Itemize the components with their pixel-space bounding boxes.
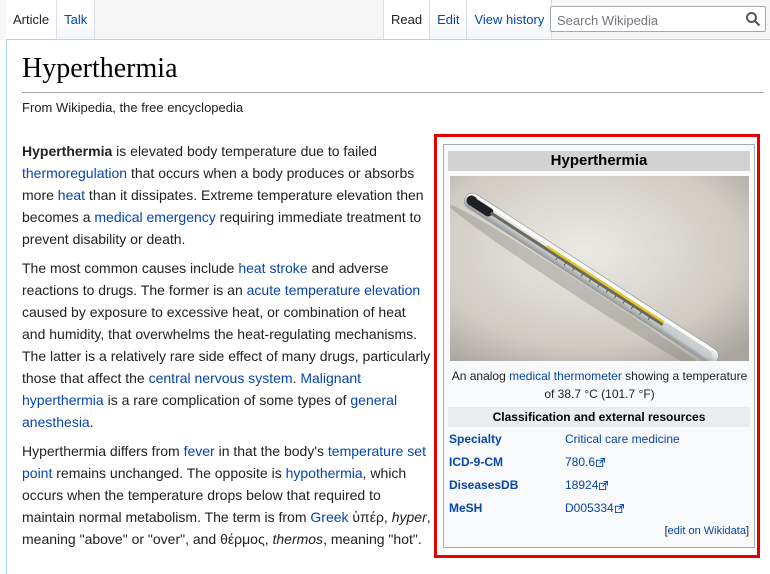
tab-edit-label: Edit xyxy=(437,12,460,27)
external-link-icon xyxy=(596,458,606,467)
image-caption: An analog medical thermometer showing a … xyxy=(450,367,749,403)
link-thermoregulation[interactable]: thermoregulation xyxy=(22,165,127,181)
text: . xyxy=(89,414,94,430)
infobox-row-icd9: ICD-9-CM 780.6 xyxy=(449,452,749,472)
tab-talk-label: Talk xyxy=(64,12,88,27)
label-icd9[interactable]: ICD-9-CM xyxy=(449,452,503,472)
italic-term: thermos xyxy=(272,531,324,547)
text: ] xyxy=(745,525,749,537)
link-medical-emergency[interactable]: medical emergency xyxy=(94,209,215,225)
search-box xyxy=(550,6,766,32)
site-tagline: From Wikipedia, the free encyclopedia xyxy=(22,100,244,115)
link-mesh-code[interactable]: D005334 xyxy=(565,501,614,515)
link-hypothermia[interactable]: hypothermia xyxy=(286,465,363,481)
infobox-row-diseasesdb: DiseasesDB 18924 xyxy=(449,475,749,495)
value-icd9: 780.6 xyxy=(565,452,606,472)
text: , meaning "hot". xyxy=(323,531,422,547)
thermometer-image[interactable] xyxy=(448,176,749,380)
link-heat-stroke[interactable]: heat stroke xyxy=(238,260,307,276)
text: remains unchanged. The opposite is xyxy=(52,465,286,481)
infobox-title: Hyperthermia xyxy=(448,151,750,171)
tab-read[interactable]: Read xyxy=(383,0,431,40)
infobox-row-mesh: MeSH D005334 xyxy=(449,498,749,518)
tab-edit[interactable]: Edit xyxy=(430,0,468,39)
top-navigation: Article Talk Read Edit View history xyxy=(0,0,770,40)
paragraph-fever: Hyperthermia differs from fever in that … xyxy=(22,440,432,550)
link-medical-thermometer[interactable]: medical thermometer xyxy=(509,369,622,383)
text: An analog xyxy=(451,369,510,383)
link-greek[interactable]: Greek xyxy=(310,509,348,525)
paragraph-causes: The most common causes include heat stro… xyxy=(22,257,432,433)
value-mesh: D005334 xyxy=(565,498,624,518)
label-mesh[interactable]: MeSH xyxy=(449,498,482,518)
link-critical-care-medicine[interactable]: Critical care medicine xyxy=(565,432,680,446)
value-specialty: Critical care medicine xyxy=(565,429,680,449)
text: The most common causes include xyxy=(22,260,239,276)
tab-view-history-label: View history xyxy=(474,12,545,27)
text: in that the body's xyxy=(214,443,328,459)
tab-talk[interactable]: Talk xyxy=(57,0,96,39)
title-divider xyxy=(22,92,764,93)
infobox: Hyperthermia An analog medical thermomet… xyxy=(443,144,755,548)
search-icon[interactable] xyxy=(745,11,761,27)
text: ὑπέρ, xyxy=(348,509,392,525)
link-icd9-code[interactable]: 780.6 xyxy=(565,455,595,469)
page-title: Hyperthermia xyxy=(22,53,178,84)
link-heat[interactable]: heat xyxy=(58,187,85,203)
view-tabs: Read Edit View history xyxy=(383,0,553,40)
search-input[interactable] xyxy=(555,8,739,32)
label-specialty[interactable]: Specialty xyxy=(449,429,502,449)
tab-article-label: Article xyxy=(13,12,50,27)
link-central-nervous-system[interactable]: central nervous system xyxy=(149,370,293,386)
bold-term: Hyperthermia xyxy=(22,143,113,159)
edit-on-wikidata: [edit on Wikidata] xyxy=(665,525,749,537)
infobox-row-specialty: Specialty Critical care medicine xyxy=(449,429,749,449)
italic-term: hyper xyxy=(391,509,427,525)
article-body: Hyperthermia is elevated body temperatur… xyxy=(22,140,432,557)
infobox-subheader: Classification and external resources xyxy=(448,407,750,427)
link-edit-on-wikidata[interactable]: edit on Wikidata xyxy=(668,525,746,537)
link-diseasesdb-code[interactable]: 18924 xyxy=(565,478,598,492)
link-acute-temperature-elevation[interactable]: acute temperature elevation xyxy=(247,282,421,298)
text: is a rare complication of some types of xyxy=(103,392,351,408)
namespace-tabs: Article Talk xyxy=(6,0,96,40)
paragraph-intro: Hyperthermia is elevated body temperatur… xyxy=(22,140,432,250)
tab-read-label: Read xyxy=(391,12,423,27)
value-diseasesdb: 18924 xyxy=(565,475,609,495)
tab-article[interactable]: Article xyxy=(6,0,58,40)
text: Hyperthermia differs from xyxy=(22,443,184,459)
external-link-icon xyxy=(614,504,624,513)
label-diseasesdb[interactable]: DiseasesDB xyxy=(449,475,518,495)
link-fever[interactable]: fever xyxy=(184,443,215,459)
text: is elevated body temperature due to fail… xyxy=(112,143,377,159)
tab-view-history[interactable]: View history xyxy=(467,0,553,39)
external-link-icon xyxy=(599,481,609,490)
